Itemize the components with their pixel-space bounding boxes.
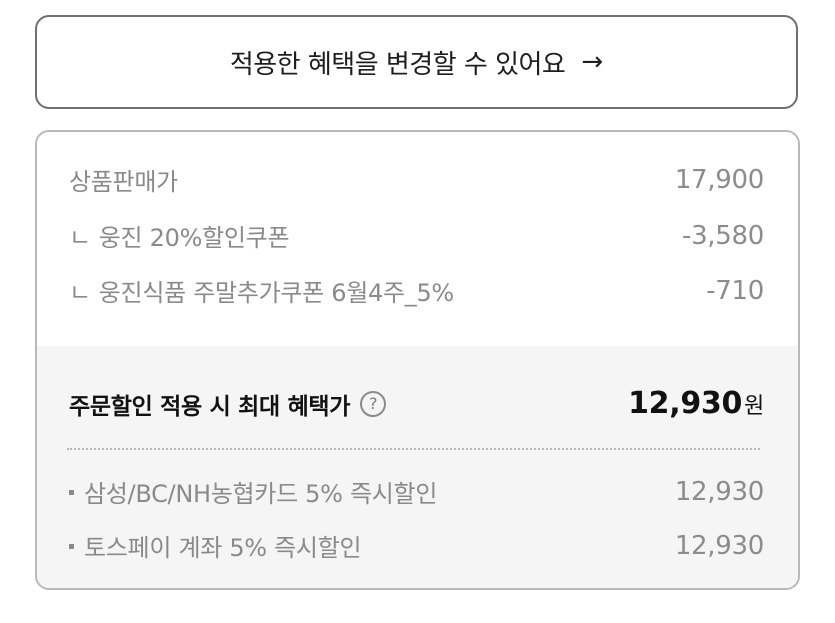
- coupon-label: 웅진식품 주말추가쿠폰 6월4주_5%: [98, 279, 454, 307]
- max-benefit-label-group: 주문할인 적용 시 최대 혜택가 ?: [69, 387, 387, 421]
- card-discount-row: 토스페이 계좌 5% 즉시할인 12,930: [69, 528, 764, 563]
- max-benefit-label: 주문할인 적용 시 최대 혜택가: [69, 393, 351, 420]
- price-row-coupon-1: ㄴ 웅진 20%할인쿠폰 -3,580: [69, 218, 764, 253]
- change-benefit-label: 적용한 혜택을 변경할 수 있어요: [229, 49, 566, 80]
- price-breakdown-card: 상품판매가 17,900 ㄴ 웅진 20%할인쿠폰 -3,580 ㄴ 웅진식품 주말…: [35, 130, 800, 590]
- card-discount-label: 토스페이 계좌 5% 즉시할인: [84, 534, 362, 562]
- price-breakdown-list: 상품판매가 17,900 ㄴ 웅진 20%할인쿠폰 -3,580 ㄴ 웅진식품 주말…: [37, 132, 798, 346]
- sub-item-prefix: ㄴ: [69, 279, 91, 307]
- card-discount-row: 삼성/BC/NH농협카드 5% 즉시할인 12,930: [69, 474, 764, 509]
- card-discount-label-group: 토스페이 계좌 5% 즉시할인: [69, 528, 362, 563]
- price-row-value: -3,580: [681, 220, 764, 251]
- dotted-divider: [67, 448, 760, 450]
- price-row-sale-price: 상품판매가 17,900: [69, 162, 764, 197]
- price-row-label: ㄴ 웅진 20%할인쿠폰: [69, 218, 290, 253]
- max-benefit-row: 주문할인 적용 시 최대 혜택가 ? 12,930 원: [69, 386, 764, 421]
- sub-item-prefix: ㄴ: [69, 224, 91, 252]
- help-icon[interactable]: ?: [360, 390, 387, 417]
- price-row-label: 상품판매가: [69, 168, 178, 196]
- card-discount-value: 12,930: [674, 530, 764, 561]
- card-discount-value: 12,930: [674, 476, 764, 507]
- card-discount-label-group: 삼성/BC/NH농협카드 5% 즉시할인: [69, 474, 437, 509]
- price-row-coupon-2: ㄴ 웅진식품 주말추가쿠폰 6월4주_5% -710: [69, 273, 764, 308]
- price-row-value: -710: [706, 275, 764, 306]
- bullet-icon: [69, 489, 74, 495]
- arrow-right-icon: →: [581, 47, 604, 77]
- card-discount-label: 삼성/BC/NH농협카드 5% 즉시할인: [84, 480, 438, 508]
- coupon-label: 웅진 20%할인쿠폰: [98, 224, 290, 252]
- change-benefit-button[interactable]: 적용한 혜택을 변경할 수 있어요 →: [35, 15, 798, 109]
- max-benefit-section: 주문할인 적용 시 최대 혜택가 ? 12,930 원 삼성/BC/NH농협카드 …: [37, 346, 798, 588]
- currency-unit: 원: [744, 394, 764, 419]
- price-row-value: 17,900: [674, 164, 764, 195]
- price-row-label: ㄴ 웅진식품 주말추가쿠폰 6월4주_5%: [69, 273, 454, 308]
- max-benefit-price: 12,930 원: [628, 386, 764, 421]
- bullet-icon: [69, 543, 74, 549]
- max-benefit-amount: 12,930: [628, 386, 743, 421]
